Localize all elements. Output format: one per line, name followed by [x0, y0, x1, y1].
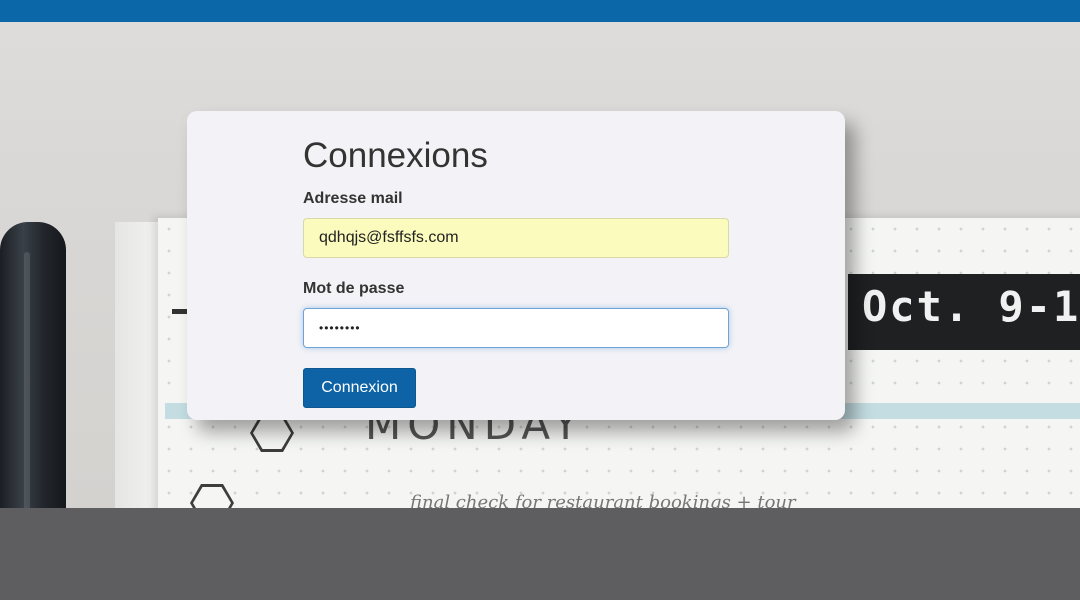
password-label: Mot de passe: [303, 280, 405, 297]
top-navigation-bar: [0, 0, 1080, 22]
email-field[interactable]: [303, 218, 729, 258]
login-button[interactable]: Connexion: [303, 368, 416, 408]
background-notebook-edge: [115, 222, 163, 508]
login-card: Connexions Adresse mail Mot de passe Con…: [187, 111, 845, 420]
email-label: Adresse mail: [303, 190, 403, 207]
footer-band: [0, 508, 1080, 600]
background-date-text: Oct. 9-15: [862, 282, 1080, 331]
password-field[interactable]: [303, 308, 729, 348]
login-title: Connexions: [303, 136, 488, 175]
background-pen: [0, 222, 66, 508]
background-scribble-text: final check for restaurant bookings + to…: [410, 492, 796, 508]
